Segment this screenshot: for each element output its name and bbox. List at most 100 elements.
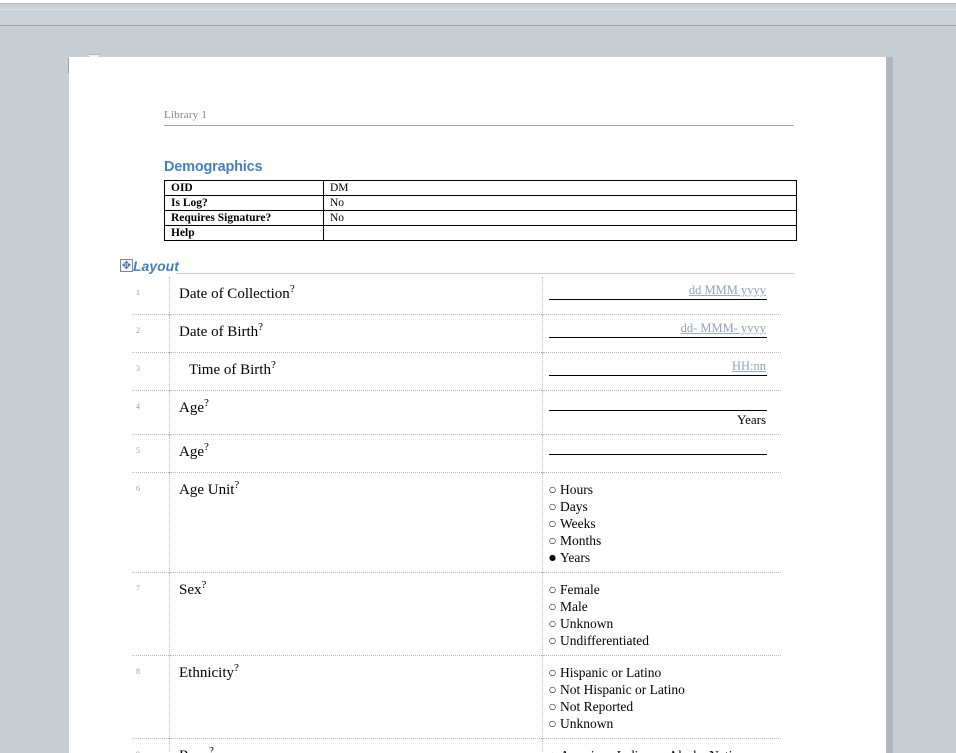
radio-option[interactable]: ○ Not Reported [549, 698, 779, 715]
item-label: Age? [179, 441, 542, 461]
document-page[interactable]: Library 1 Demographics OID DM Is Log? No Req… [69, 57, 886, 753]
item-label-cell: Sex? [169, 572, 543, 656]
info-value-cell[interactable]: No [323, 195, 797, 211]
radio-empty-icon[interactable]: ○ [549, 664, 556, 681]
help-marker-icon[interactable]: ? [234, 479, 239, 491]
radio-empty-icon[interactable]: ○ [549, 581, 556, 598]
help-marker-icon[interactable]: ? [234, 662, 239, 674]
help-marker-icon[interactable]: ? [209, 745, 214, 753]
toolbar-strip [0, 4, 956, 26]
item-label: Date of Collection? [179, 283, 542, 303]
radio-option-label: Months [559, 533, 602, 548]
item-number: 6 [136, 484, 140, 493]
radio-empty-icon[interactable]: ○ [549, 598, 556, 615]
section-heading-demographics: Demographics [164, 159, 263, 175]
radio-option[interactable]: ○ Unknown [549, 615, 779, 632]
help-marker-icon[interactable]: ? [202, 579, 207, 591]
radio-empty-icon[interactable]: ○ [549, 498, 556, 515]
info-key-cell: Requires Signature? [164, 210, 324, 226]
item-label-text: Time of Birth [189, 362, 271, 378]
radio-selected-icon[interactable]: ● [549, 549, 556, 566]
radio-option[interactable]: ○ Not Hispanic or Latino [549, 681, 779, 698]
toolbar-highlight [0, 9, 956, 10]
item-number-cell: 5 [132, 434, 170, 473]
item-label: Age? [179, 397, 542, 417]
radio-empty-icon[interactable]: ○ [549, 681, 556, 698]
radio-option[interactable]: ○ Hours [549, 481, 779, 498]
answer-input-line[interactable] [549, 375, 767, 376]
form-item-row: 4 Age? Years [132, 390, 781, 435]
radio-option-label: Female [559, 582, 600, 597]
radio-option-label: Not Reported [559, 699, 634, 714]
radio-option-label: Hispanic or Latino [559, 665, 662, 680]
radio-option-label: American Indian or Alaska Native [560, 747, 745, 753]
item-label-cell: Age Unit? [169, 472, 543, 573]
item-number-cell: 9 [132, 738, 170, 753]
form-item-row: 8 Ethnicity? ○ Hispanic or Latino ○ Not Hispa… [132, 655, 782, 739]
radio-option[interactable]: ○ Days [549, 498, 779, 515]
radio-empty-icon[interactable]: ○ [549, 515, 556, 532]
form-item-row: 2 Date of Birth? dd- MMM- yyyy [132, 314, 781, 353]
radio-option[interactable]: ○ Unknown [549, 715, 779, 732]
radio-option[interactable]: ● Years [549, 549, 779, 566]
move-handle-icon[interactable]: ✥ [120, 259, 133, 272]
help-marker-icon[interactable]: ? [204, 397, 209, 409]
answer-input-line[interactable] [549, 299, 767, 300]
field-format-hint: dd- MMM- yyyy [680, 321, 766, 335]
document-header[interactable]: Library 1 [164, 105, 794, 126]
radio-option-label: Not Hispanic or Latino [559, 682, 685, 697]
help-marker-icon[interactable]: ? [204, 441, 209, 453]
item-field-cell: ○ Hispanic or Latino ○ Not Hispanic or Lati… [543, 656, 782, 739]
item-field-cell: ○ Female ○ Male ○ Unknown ○ Undifferentiated [543, 573, 782, 656]
answer-input-line[interactable] [549, 454, 767, 455]
radio-group: ○American Indian or Alaska Native○Asian [549, 745, 779, 753]
radio-group: ○ Hispanic or Latino ○ Not Hispanic or Lati… [549, 662, 779, 732]
demographics-info-table: OID DM Is Log? No Requires Signature? No Help [164, 180, 797, 241]
radio-empty-icon[interactable]: ○ [549, 532, 556, 549]
info-key-cell: Is Log? [164, 195, 324, 211]
form-item-row: 1 Date of Collection? dd MMM yyyy [132, 277, 781, 315]
field-format-hint: HH:nn [731, 359, 766, 373]
ruler-area: 1234567 [0, 26, 956, 79]
crf-form-table: 1 Date of Collection? dd MMM yyyy 2 Date of … [132, 277, 781, 753]
radio-option[interactable]: ○ American Indian or Alaska Native [549, 747, 779, 753]
help-marker-icon[interactable]: ? [290, 283, 295, 295]
radio-option[interactable]: ○ Male [549, 598, 779, 615]
radio-empty-icon[interactable]: ○ [549, 615, 556, 632]
answer-input-line[interactable] [549, 337, 767, 338]
radio-option[interactable]: ○ Female [549, 581, 779, 598]
radio-empty-icon[interactable]: ○ [549, 715, 556, 732]
item-number-cell: 1 [132, 277, 170, 315]
help-marker-icon[interactable]: ? [271, 359, 276, 371]
radio-option[interactable]: ○ Hispanic or Latino [549, 664, 779, 681]
answer-line-group: dd MMM yyyy [549, 283, 767, 300]
item-number-cell: 6 [132, 472, 170, 573]
radio-empty-icon[interactable]: ○ [549, 632, 556, 649]
item-number-cell: 2 [132, 314, 170, 353]
item-label-text: Age Unit [179, 482, 235, 498]
info-value-cell[interactable]: No [323, 210, 797, 226]
info-value-cell[interactable]: DM [323, 180, 797, 196]
table-row: Is Log? No [164, 195, 797, 211]
radio-empty-icon[interactable]: ○ [549, 698, 556, 715]
form-item-row: 3 Time of Birth? HH:nn [132, 352, 781, 391]
item-label-cell: Date of Collection? [169, 277, 543, 315]
item-label-cell: Date of Birth? [169, 314, 543, 353]
radio-empty-icon[interactable]: ○ [549, 481, 556, 498]
radio-option[interactable]: ○ Undifferentiated [549, 632, 779, 649]
radio-empty-icon[interactable]: ○ [549, 747, 556, 753]
section-heading-layout-row: ✥ Layout [120, 258, 794, 275]
item-field-cell: dd MMM yyyy [543, 277, 782, 315]
item-label: Age Unit? [179, 479, 542, 499]
help-marker-icon[interactable]: ? [258, 321, 263, 333]
item-number: 2 [136, 326, 140, 335]
item-label-text: Sex [179, 582, 202, 598]
item-label-text: Ethnicity [179, 665, 234, 681]
item-number: 8 [136, 667, 140, 676]
radio-option[interactable]: ○ Months [549, 532, 779, 549]
info-value-cell[interactable] [323, 225, 797, 241]
item-number-cell: 8 [132, 655, 170, 739]
radio-option[interactable]: ○ Weeks [549, 515, 779, 532]
item-number: 4 [136, 402, 140, 411]
item-field-cell: ○ Hours ○ Days ○ Weeks ○ Months ● Years [543, 473, 782, 573]
